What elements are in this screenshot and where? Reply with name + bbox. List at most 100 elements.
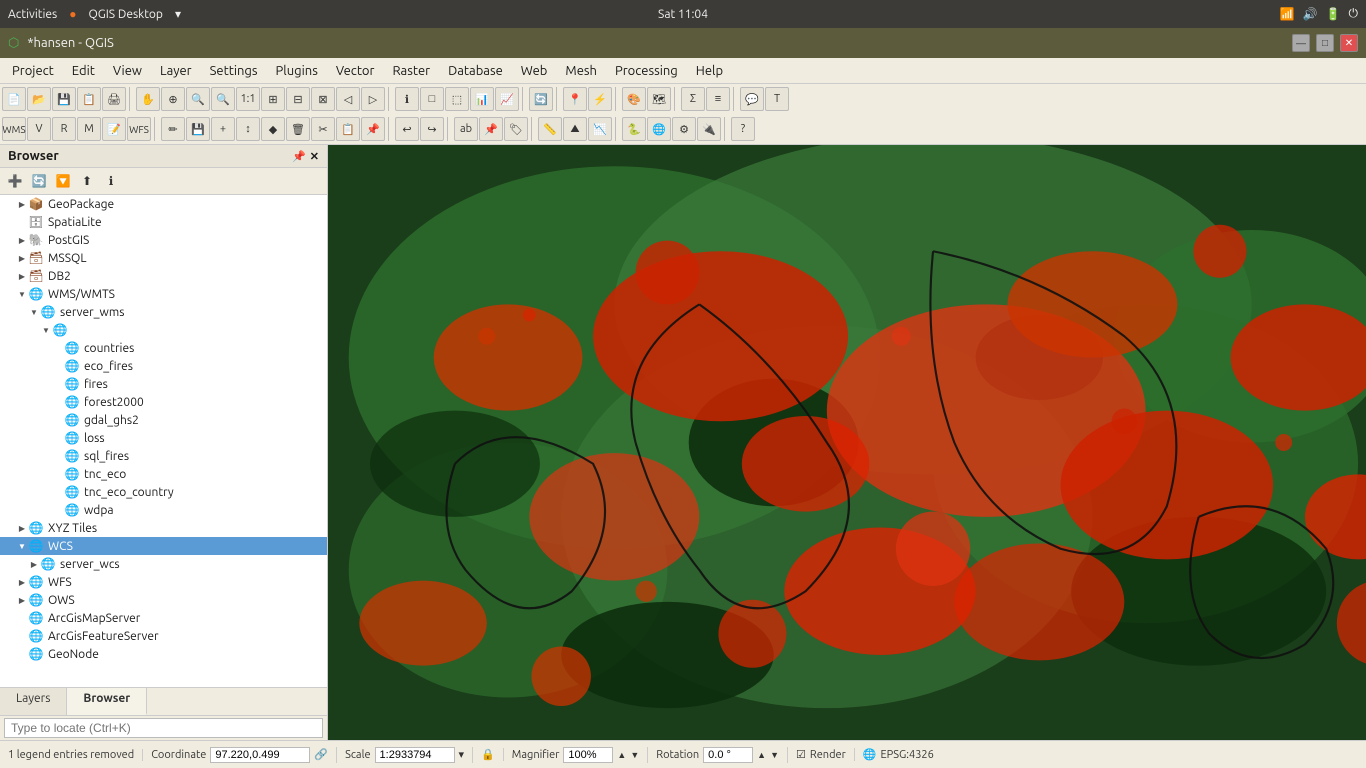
locate-input[interactable] <box>4 718 323 738</box>
add-selected-layers-button[interactable]: ➕ <box>4 170 26 192</box>
open-table-button[interactable]: 📊 <box>470 87 494 111</box>
browser-item-xyz-tiles[interactable]: ▶ 🌐 XYZ Tiles <box>0 519 327 537</box>
menu-mesh[interactable]: Mesh <box>557 62 605 80</box>
browser-item-geopackage[interactable]: ▶ 📦 GeoPackage <box>0 195 327 213</box>
copy-features[interactable]: 📋 <box>336 117 360 141</box>
epsg-status[interactable]: 🌐 EPSG:4326 <box>863 748 942 761</box>
select-features-button[interactable]: □ <box>420 87 444 111</box>
menu-project[interactable]: Project <box>4 62 62 80</box>
add-csv[interactable]: 📝 <box>102 117 126 141</box>
delete-selected[interactable]: 🗑 <box>286 117 310 141</box>
browser-item-server-wcs[interactable]: ▶ 🌐 server_wcs <box>0 555 327 573</box>
style-manager[interactable]: 🎨 <box>622 87 646 111</box>
text-annotation[interactable]: T <box>765 87 789 111</box>
filter-browser-button[interactable]: 🔽 <box>52 170 74 192</box>
minimize-button[interactable]: — <box>1292 34 1310 52</box>
browser-item-wfs[interactable]: ▶ 🌐 WFS <box>0 573 327 591</box>
statistics-button[interactable]: 📈 <box>495 87 519 111</box>
pan-to-selection[interactable]: ⊕ <box>161 87 185 111</box>
new-project-button[interactable]: 📄 <box>2 87 26 111</box>
activities-label[interactable]: Activities <box>8 8 57 21</box>
browser-item-postgis[interactable]: ▶ 🐘 PostGIS <box>0 231 327 249</box>
browser-item-globe-sub[interactable]: ▼ 🌐 <box>0 321 327 339</box>
browser-item-tnc-eco[interactable]: 🌐 tnc_eco <box>0 465 327 483</box>
deselect-button[interactable]: ⬚ <box>445 87 469 111</box>
map-theme[interactable]: 🗺 <box>647 87 671 111</box>
zoom-full-button[interactable]: ⊞ <box>261 87 285 111</box>
redo-button[interactable]: ↪ <box>420 117 444 141</box>
browser-item-forest2000[interactable]: 🌐 forest2000 <box>0 393 327 411</box>
browser-item-wcs[interactable]: ▼ 🌐 WCS <box>0 537 327 555</box>
menu-help[interactable]: Help <box>688 62 731 80</box>
help-button[interactable]: ? <box>731 117 755 141</box>
add-wms[interactable]: WMS <box>2 117 26 141</box>
menu-vector[interactable]: Vector <box>328 62 383 80</box>
collapse-all-button[interactable]: ⬆ <box>76 170 98 192</box>
browser-item-server-wms[interactable]: ▼ 🌐 server_wms <box>0 303 327 321</box>
scale-dropdown-icon[interactable]: ▾ <box>459 748 465 761</box>
add-wfs[interactable]: WFS <box>127 117 151 141</box>
save-as-button[interactable]: 📋 <box>77 87 101 111</box>
browser-item-wdpa[interactable]: 🌐 wdpa <box>0 501 327 519</box>
tab-layers[interactable]: Layers <box>0 688 67 715</box>
measure-line[interactable]: 📏 <box>538 117 562 141</box>
open-project-button[interactable]: 📂 <box>27 87 51 111</box>
zoom-in-button[interactable]: 🔍 <box>186 87 210 111</box>
undo-button[interactable]: ↩ <box>395 117 419 141</box>
browser-item-mssql[interactable]: ▶ 🗃 MSSQL <box>0 249 327 267</box>
browser-item-wms-wmts[interactable]: ▼ 🌐 WMS/WMTS <box>0 285 327 303</box>
profile-tool[interactable]: 📉 <box>588 117 612 141</box>
browser-item-sql-fires[interactable]: 🌐 sql_fires <box>0 447 327 465</box>
browser-pin-icon[interactable]: 📌 <box>292 150 306 163</box>
browser-properties-button[interactable]: ℹ <box>100 170 122 192</box>
zoom-next-button[interactable]: ▷ <box>361 87 385 111</box>
pin-labels[interactable]: 📌 <box>479 117 503 141</box>
browser-item-tnc-eco-country[interactable]: 🌐 tnc_eco_country <box>0 483 327 501</box>
menu-edit[interactable]: Edit <box>64 62 103 80</box>
zoom-layer-button[interactable]: ⊟ <box>286 87 310 111</box>
tab-browser[interactable]: Browser <box>67 688 147 715</box>
browser-item-countries[interactable]: 🌐 countries <box>0 339 327 357</box>
add-annotation[interactable]: 💬 <box>740 87 764 111</box>
browser-item-ows[interactable]: ▶ 🌐 OWS <box>0 591 327 609</box>
close-button[interactable]: ✕ <box>1340 34 1358 52</box>
magnifier-spin-down[interactable]: ▼ <box>630 750 639 760</box>
add-vector[interactable]: V <box>27 117 51 141</box>
menu-plugins[interactable]: Plugins <box>268 62 326 80</box>
label-button[interactable]: ab <box>454 117 478 141</box>
edit-button[interactable]: ✏ <box>161 117 185 141</box>
menu-database[interactable]: Database <box>440 62 511 80</box>
save-edits[interactable]: 💾 <box>186 117 210 141</box>
zoom-out-button[interactable]: 🔍 <box>211 87 235 111</box>
scale-input[interactable] <box>375 747 455 763</box>
menu-web[interactable]: Web <box>513 62 556 80</box>
menu-view[interactable]: View <box>105 62 150 80</box>
cut-features[interactable]: ✂ <box>311 117 335 141</box>
menu-layer[interactable]: Layer <box>152 62 200 80</box>
georeferencer[interactable]: ⚙ <box>672 117 696 141</box>
add-feature[interactable]: + <box>211 117 235 141</box>
pan-button[interactable]: ✋ <box>136 87 160 111</box>
power-icon[interactable]: ⏻ <box>1349 7 1359 21</box>
paste-features[interactable]: 📌 <box>361 117 385 141</box>
app-dropdown-icon[interactable]: ▾ <box>175 7 181 21</box>
show-unplaced[interactable]: 🏷 <box>504 117 528 141</box>
terrain-analysis[interactable]: ⛰ <box>563 117 587 141</box>
globe-plugin[interactable]: 🌐 <box>647 117 671 141</box>
browser-item-geonode[interactable]: 🌐 GeoNode <box>0 645 327 663</box>
refresh-button[interactable]: 🔄 <box>529 87 553 111</box>
rotation-input[interactable] <box>703 747 753 763</box>
browser-item-fires[interactable]: 🌐 fires <box>0 375 327 393</box>
browser-item-arcgisfeatureserver[interactable]: 🌐 ArcGisFeatureServer <box>0 627 327 645</box>
browser-item-arcgismapserver[interactable]: 🌐 ArcGisMapServer <box>0 609 327 627</box>
add-raster[interactable]: R <box>52 117 76 141</box>
magnifier-spin-up[interactable]: ▲ <box>617 750 626 760</box>
refresh-browser-button[interactable]: 🔄 <box>28 170 50 192</box>
menu-processing[interactable]: Processing <box>607 62 686 80</box>
select-by-expression[interactable]: ⚡ <box>588 87 612 111</box>
browser-close-icon[interactable]: ✕ <box>310 150 319 163</box>
select-by-location[interactable]: 📍 <box>563 87 587 111</box>
menu-settings[interactable]: Settings <box>202 62 266 80</box>
zoom-selection-button[interactable]: ⊠ <box>311 87 335 111</box>
plugin1[interactable]: 🔌 <box>697 117 721 141</box>
